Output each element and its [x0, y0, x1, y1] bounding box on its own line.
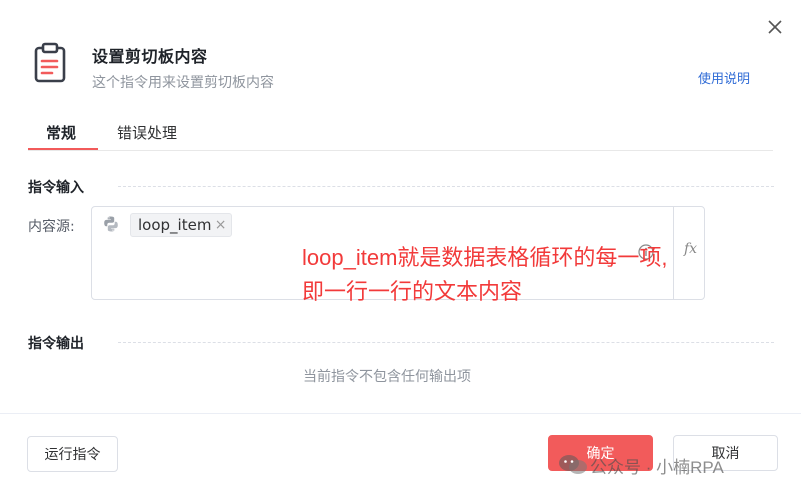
clipboard-icon	[30, 42, 70, 84]
section-divider	[118, 186, 774, 187]
content-source-label: 内容源:	[28, 219, 75, 235]
variable-tag[interactable]: loop_item ×	[130, 213, 233, 237]
tab-error-handling[interactable]: 错误处理	[117, 122, 177, 143]
input-section-title: 指令输入	[28, 180, 84, 196]
active-tab-indicator	[28, 148, 98, 150]
run-command-button[interactable]: 运行指令	[27, 436, 118, 472]
tag-close-icon[interactable]: ×	[215, 214, 227, 236]
tab-bar: 常规 错误处理	[28, 118, 773, 151]
output-section-title: 指令输出	[28, 336, 84, 352]
python-icon	[102, 215, 120, 233]
annotation-line-1: loop_item就是数据表格循环的每一项,	[302, 245, 668, 270]
close-icon[interactable]	[764, 16, 786, 38]
expression-fx-icon[interactable]: fx	[684, 241, 697, 257]
watermark: 公众号 · 小楠RPA	[558, 452, 724, 478]
no-output-message: 当前指令不包含任何输出项	[303, 369, 471, 385]
field-divider	[673, 207, 674, 299]
dialog-subtitle: 这个指令用来设置剪切板内容	[92, 75, 274, 91]
section-divider	[118, 342, 774, 343]
annotation-line-2: 即一行一行的文本内容	[302, 279, 523, 304]
help-link[interactable]: 使用说明	[698, 68, 750, 87]
wechat-logo-icon	[559, 455, 587, 474]
watermark-text: 公众号 · 小楠RPA	[590, 457, 724, 477]
footer-divider	[0, 413, 801, 414]
set-clipboard-dialog: 设置剪切板内容 这个指令用来设置剪切板内容 使用说明 常规 错误处理 指令输入 …	[0, 0, 801, 494]
tab-general[interactable]: 常规	[46, 122, 76, 143]
variable-tag-label: loop_item	[138, 216, 212, 234]
dialog-title: 设置剪切板内容	[92, 47, 208, 66]
annotation-note: loop_item就是数据表格循环的每一项, 即一行一行的文本内容	[302, 241, 668, 309]
